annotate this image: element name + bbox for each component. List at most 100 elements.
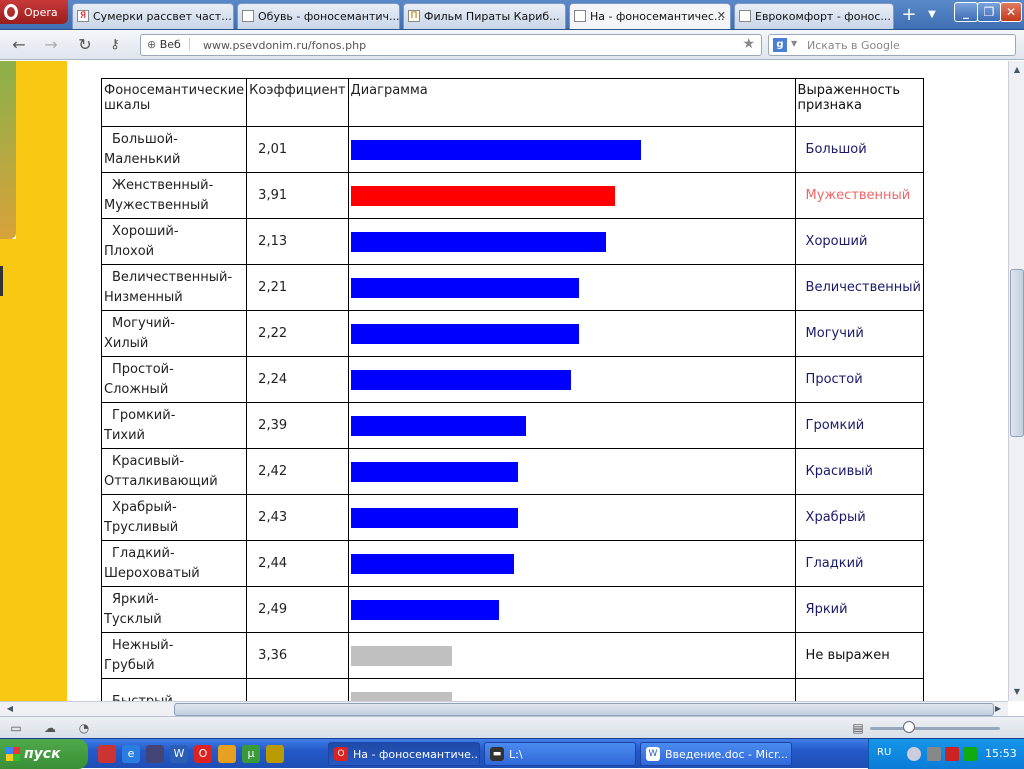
quicklaunch-utorrent-icon[interactable]: µ (242, 745, 260, 763)
tray-antivirus-icon[interactable] (945, 747, 959, 761)
header-diagram: Диаграмма (347, 78, 796, 127)
coefficient-cell: 2,39 (246, 402, 349, 449)
scale-cell: Гладкий- Шероховатый (100, 540, 248, 587)
expression-cell: Яркий (794, 586, 925, 633)
google-icon: g (773, 38, 787, 52)
horizontal-scroll-thumb[interactable] (174, 703, 994, 716)
diagram-bar (350, 415, 526, 436)
table-header-row: Фоносемантические шкалы Коэффициент Диаг… (100, 78, 925, 127)
scale-first: Яркий- (112, 591, 159, 607)
tab-label: Фильм Пираты Кариб... (424, 10, 560, 23)
scale-second: Тусклый (104, 611, 162, 627)
key-icon[interactable]: ⚷ (104, 35, 126, 55)
tab-label: На - фоносемантичес... (590, 10, 725, 23)
back-button[interactable]: ← (8, 35, 30, 55)
table-row: Громкий- Тихий 2,39 Громкий (100, 402, 925, 449)
diagram-cell (347, 356, 796, 403)
quicklaunch-pdf-icon[interactable] (98, 745, 116, 763)
tray-arrow-icon[interactable] (907, 747, 921, 761)
tab-menu-button[interactable]: ▼ (922, 4, 942, 26)
reload-button[interactable]: ↻ (74, 35, 96, 55)
scale-first: Женственный- (112, 177, 214, 193)
panel-toggle-icon[interactable]: ▭ (8, 721, 24, 735)
task-folder[interactable]: ▬ L:\ (484, 742, 636, 766)
forward-button[interactable]: → (40, 35, 62, 55)
view-icon[interactable]: ▤ (850, 721, 866, 735)
address-bar[interactable]: Веб www.psevdonim.ru/fonos.php ★ (140, 34, 762, 56)
yellow-sidebar (0, 239, 67, 701)
scroll-right-icon[interactable]: ▶ (990, 702, 1006, 716)
tab-3[interactable]: П Фильм Пираты Кариб... (403, 3, 566, 29)
scale-first: Красивый- (112, 453, 185, 469)
close-tab-icon[interactable]: ✕ (717, 9, 726, 22)
vertical-scroll-thumb[interactable] (1010, 269, 1024, 437)
start-button[interactable]: пуск (0, 739, 88, 769)
quicklaunch-tool-icon[interactable] (266, 745, 284, 763)
url-text[interactable]: www.psevdonim.ru/fonos.php (203, 39, 366, 52)
expression-cell: Храбрый (794, 494, 925, 541)
scroll-left-icon[interactable]: ◀ (2, 702, 18, 716)
diagram-cell (347, 586, 796, 633)
diagram-bar (350, 553, 514, 574)
expression-cell: Громкий (794, 402, 925, 449)
quicklaunch-desktop-icon[interactable] (146, 745, 164, 763)
new-tab-button[interactable]: + (898, 4, 920, 26)
tab-1[interactable]: Я Сумерки рассвет част... (72, 3, 234, 29)
site-info-button[interactable]: Веб (147, 38, 190, 51)
tab-active[interactable]: На - фоносемантичес... ✕ (569, 3, 731, 29)
table-row: Храбрый- Трусливый 2,43 Храбрый (100, 494, 925, 541)
language-indicator[interactable]: RU (877, 747, 891, 758)
sidebar-marker (0, 266, 3, 296)
scale-first: Хороший- (112, 223, 179, 239)
close-window-button[interactable]: ✕ (1000, 2, 1022, 22)
scale-second: Сложный (104, 381, 169, 397)
diagram-cell (347, 632, 796, 679)
scale-second: Мужественный (104, 197, 209, 213)
search-engine-dropdown-icon[interactable]: ▼ (791, 39, 797, 48)
expression-cell: Мужественный (794, 172, 925, 219)
autumn-image-decor (0, 61, 16, 239)
horizontal-scrollbar[interactable]: ◀ ▶ (0, 701, 1008, 716)
scale-first: Храбрый- (112, 499, 177, 515)
minimize-button[interactable]: _ (954, 2, 978, 22)
tray-status-icon[interactable] (963, 747, 977, 761)
quicklaunch-app-icon[interactable] (218, 745, 236, 763)
page-content: Фоносемантические шкалы Коэффициент Диаг… (67, 61, 1008, 701)
restore-button[interactable]: ❐ (977, 2, 1001, 22)
system-tray: RU 15:53 (868, 739, 1024, 769)
coefficient-cell: 2,43 (246, 494, 349, 541)
zoom-slider[interactable] (870, 727, 1000, 730)
zoom-slider-handle[interactable] (903, 721, 915, 733)
tray-network-icon[interactable] (927, 747, 941, 761)
task-opera[interactable]: O На - фоносемантиче... (328, 742, 480, 766)
scroll-down-icon[interactable]: ▼ (1009, 685, 1024, 699)
diagram-cell (347, 126, 796, 173)
quicklaunch-word-icon[interactable]: W (170, 745, 188, 763)
bookmark-star-icon[interactable]: ★ (742, 36, 755, 52)
diagram-cell (347, 540, 796, 587)
quicklaunch-opera-icon[interactable]: O (194, 745, 212, 763)
opera-menu-button[interactable]: Opera (0, 0, 68, 24)
coefficient-cell: 2,01 (246, 126, 349, 173)
tab-2[interactable]: Обувь - фоносемантич... (237, 3, 400, 29)
tab-5[interactable]: Еврокомфорт - фонос... (734, 3, 894, 29)
scale-second: Отталкивающий (104, 473, 218, 489)
tab-label: Сумерки рассвет част... (93, 10, 232, 23)
quicklaunch-ie-icon[interactable]: e (122, 745, 140, 763)
search-box[interactable]: g ▼ Искать в Google (768, 34, 1016, 56)
vertical-scrollbar[interactable]: ▲ ▼ (1008, 61, 1024, 701)
coefficient-cell: 3,36 (246, 632, 349, 679)
scale-second: Хилый (104, 335, 149, 351)
expression-cell (794, 678, 925, 701)
speed-dial-icon[interactable]: ◔ (76, 721, 92, 735)
diagram-cell (347, 264, 796, 311)
scale-second: Тихий (104, 427, 145, 443)
opera-unite-icon[interactable]: ☁ (42, 721, 58, 735)
diagram-bar (350, 645, 452, 666)
scale-cell: Храбрый- Трусливый (100, 494, 248, 541)
scroll-up-icon[interactable]: ▲ (1009, 63, 1024, 77)
tab-label: Обувь - фоносемантич... (258, 10, 400, 23)
diagram-bar (350, 691, 452, 701)
table-row: Женственный- Мужественный 3,91 Мужественный (100, 172, 925, 219)
task-word[interactable]: W Введение.doc - Micr... (640, 742, 792, 766)
